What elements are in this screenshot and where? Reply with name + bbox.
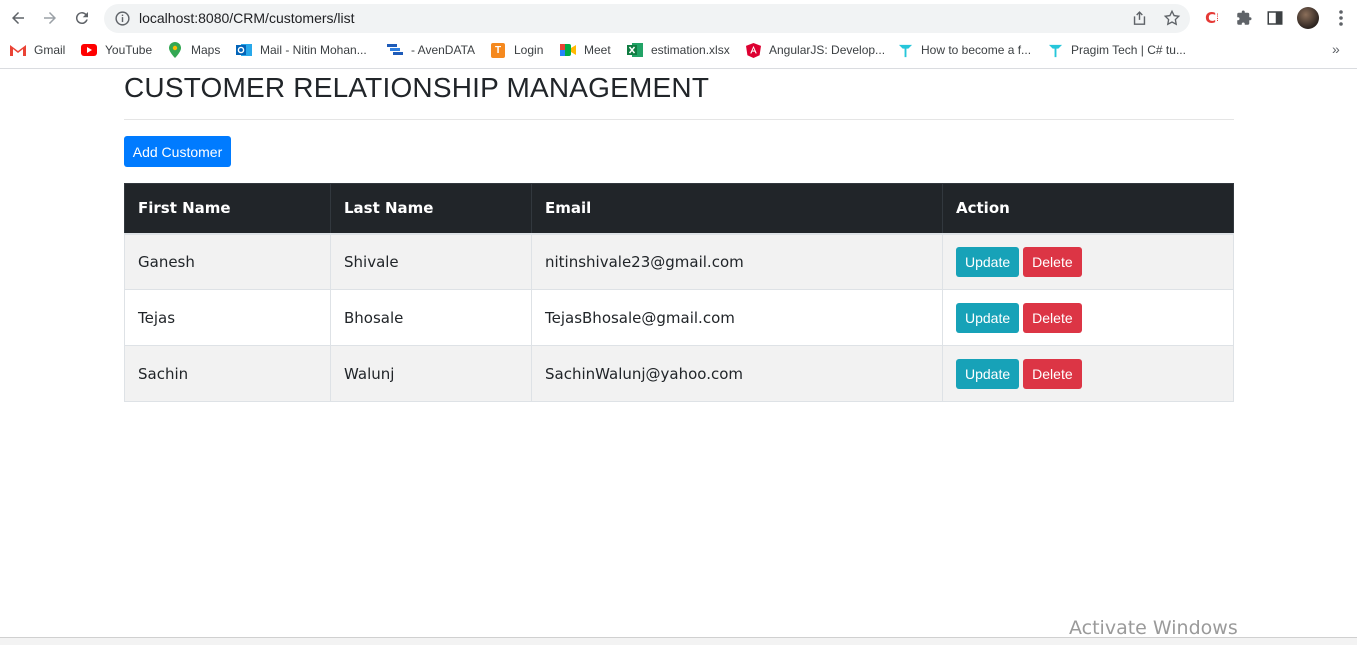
cell-last-name: Shivale — [330, 232, 532, 290]
column-header-email: Email — [531, 183, 943, 234]
delete-button[interactable]: Delete — [1023, 358, 1082, 389]
bookmark-label: YouTube — [105, 43, 153, 57]
back-arrow-icon[interactable] — [7, 7, 29, 29]
bookmark-label: Mail - Nitin Mohan... — [260, 43, 367, 57]
bookmark-gmail[interactable]: Gmail — [10, 41, 65, 59]
page-title: CUSTOMER RELATIONSHIP MANAGEMENT — [124, 72, 710, 103]
cell-first-name: Sachin — [124, 345, 331, 402]
bookmark-label: Meet — [584, 43, 611, 57]
pragim-icon — [1047, 42, 1063, 58]
bookmark-youtube[interactable]: YouTube — [81, 41, 152, 59]
delete-button[interactable]: Delete — [1023, 246, 1082, 277]
table-row: Ganesh Shivale nitinshivale23@gmail.com … — [124, 232, 1234, 290]
side-panel-icon[interactable] — [1265, 8, 1285, 28]
address-bar[interactable]: localhost:8080/CRM/customers/list — [104, 4, 1190, 33]
cell-email: TejasBhosale@gmail.com — [531, 289, 943, 346]
meet-icon — [560, 42, 576, 58]
profile-avatar[interactable] — [1297, 7, 1319, 29]
cell-email: SachinWalunj@yahoo.com — [531, 345, 943, 402]
bookmark-meet[interactable]: Meet — [560, 41, 611, 59]
browser-chrome: localhost:8080/CRM/customers/list C ⁞ Gma… — [0, 0, 1357, 69]
share-icon[interactable] — [1131, 10, 1148, 27]
update-button[interactable]: Update — [956, 246, 1020, 277]
cell-action: Update Delete — [942, 232, 1234, 290]
delete-button[interactable]: Delete — [1023, 302, 1082, 333]
activate-windows-watermark: Activate Windows — [1069, 617, 1238, 639]
extensions-puzzle-icon[interactable] — [1234, 8, 1254, 28]
reload-icon[interactable] — [71, 7, 93, 29]
update-button[interactable]: Update — [956, 358, 1020, 389]
column-header-first-name: First Name — [124, 183, 331, 234]
table-row: Tejas Bhosale TejasBhosale@gmail.com Upd… — [124, 289, 1234, 346]
excel-icon — [627, 42, 643, 58]
update-button[interactable]: Update — [956, 302, 1020, 333]
login-icon: T — [490, 42, 506, 58]
bookmark-estimation[interactable]: estimation.xlsx — [627, 41, 730, 59]
bookmark-outlook[interactable]: Mail - Nitin Mohan... — [236, 41, 367, 59]
table-header-row: First Name Last Name Email Action — [124, 183, 1234, 234]
add-customer-button[interactable]: Add Customer — [124, 136, 231, 167]
url-text[interactable]: localhost:8080/CRM/customers/list — [139, 10, 355, 26]
more-bookmarks-chevron-icon[interactable]: » — [1332, 41, 1340, 57]
bookmark-maps[interactable]: Maps — [167, 41, 220, 59]
cell-action: Update Delete — [942, 289, 1234, 346]
menu-kebab-icon[interactable] — [1336, 8, 1346, 28]
cell-first-name: Ganesh — [124, 232, 331, 290]
bookmark-pragim-tech[interactable]: Pragim Tech | C# tu... — [1047, 41, 1186, 59]
bookmark-star-icon[interactable] — [1163, 9, 1181, 27]
column-header-action: Action — [942, 183, 1234, 234]
bookmark-label: estimation.xlsx — [651, 43, 730, 57]
bookmark-label: AngularJS: Develop... — [769, 43, 886, 57]
maps-icon — [167, 42, 183, 58]
customer-table: First Name Last Name Email Action Ganesh… — [124, 183, 1234, 402]
outlook-icon — [236, 42, 252, 58]
cell-action: Update Delete — [942, 345, 1234, 402]
cell-first-name: Tejas — [124, 289, 331, 346]
cell-last-name: Walunj — [330, 345, 532, 402]
column-header-last-name: Last Name — [330, 183, 532, 234]
avendata-icon — [387, 42, 403, 58]
bookmark-label: How to become a f... — [921, 43, 1032, 57]
bookmark-label: Gmail — [34, 43, 66, 57]
bookmark-how-to-become[interactable]: How to become a f... — [897, 41, 1031, 59]
bookmark-angularjs[interactable]: AngularJS: Develop... — [745, 41, 885, 59]
bookmark-avendata[interactable]: - AvenDATA — [387, 41, 475, 59]
pragim-icon — [897, 42, 913, 58]
page-content: CUSTOMER RELATIONSHIP MANAGEMENT Add Cus… — [0, 69, 1357, 637]
site-info-icon[interactable] — [114, 10, 131, 27]
youtube-icon — [81, 42, 97, 58]
taskbar-edge — [0, 637, 1357, 645]
bookmark-login[interactable]: T Login — [490, 41, 543, 59]
bookmark-label: Login — [514, 43, 544, 57]
bookmark-label: Maps — [191, 43, 221, 57]
cell-last-name: Bhosale — [330, 289, 532, 346]
gmail-icon — [10, 42, 26, 58]
cell-email: nitinshivale23@gmail.com — [531, 232, 943, 290]
table-row: Sachin Walunj SachinWalunj@yahoo.com Upd… — [124, 345, 1234, 402]
browser-toolbar: localhost:8080/CRM/customers/list C ⁞ — [0, 0, 1357, 37]
bookmark-label: Pragim Tech | C# tu... — [1071, 43, 1186, 57]
forward-arrow-icon[interactable] — [39, 7, 61, 29]
extension-c-icon[interactable]: C ⁞ — [1202, 8, 1222, 28]
divider — [124, 119, 1234, 120]
bookmarks-bar: Gmail YouTube Maps Mail - Nitin Mohan...… — [0, 38, 1357, 62]
bookmark-label: - AvenDATA — [411, 43, 476, 57]
angular-icon — [745, 42, 761, 58]
